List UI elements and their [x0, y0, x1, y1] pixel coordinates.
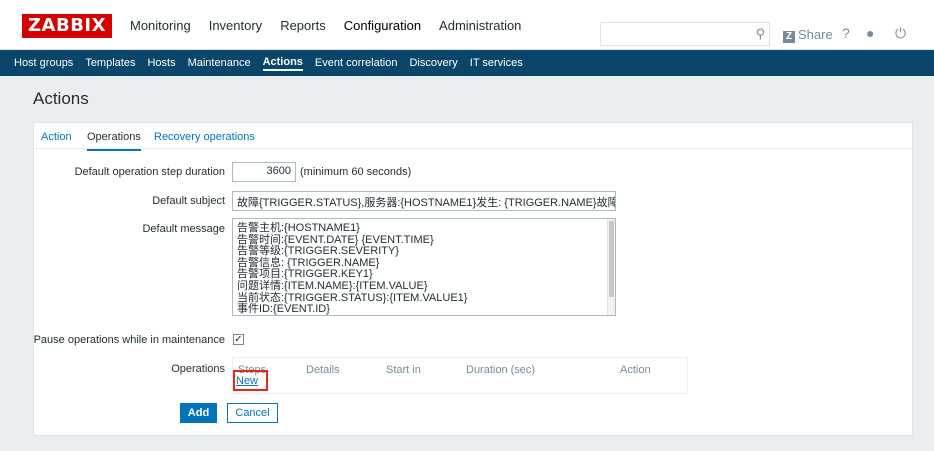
operations-table: Steps Details Start in Duration (sec) Ac… [232, 357, 688, 394]
search-input[interactable]: ⚲ [600, 22, 770, 46]
menu-configuration[interactable]: Configuration [344, 18, 421, 33]
scrollbar-thumb[interactable] [609, 221, 614, 297]
share-button[interactable]: Z Share [783, 27, 833, 43]
share-label: Share [798, 27, 833, 42]
subnav-host-groups[interactable]: Host groups [14, 57, 73, 69]
subnav-discovery[interactable]: Discovery [409, 57, 457, 69]
message-line: 事件ID:{EVENT.ID} [237, 303, 330, 316]
search-icon[interactable]: ⚲ [755, 26, 765, 42]
col-action: Action [620, 364, 651, 376]
textarea-scrollbar[interactable] [607, 219, 615, 315]
subnav-hosts[interactable]: Hosts [147, 57, 175, 69]
step-duration-note: (minimum 60 seconds) [300, 166, 412, 178]
zabbix-logo[interactable]: ZABBIX [22, 14, 112, 38]
tab-operations[interactable]: Operations [87, 131, 141, 151]
subnav-templates[interactable]: Templates [85, 57, 135, 69]
step-duration-label: Default operation step duration [74, 166, 225, 178]
menu-administration[interactable]: Administration [439, 18, 521, 33]
subnav-actions[interactable]: Actions [262, 56, 303, 71]
message-label: Default message [142, 223, 225, 235]
subnav-it-services[interactable]: IT services [470, 57, 523, 69]
top-header: ZABBIX Monitoring Inventory Reports Conf… [0, 0, 934, 50]
add-button[interactable]: Add [180, 403, 217, 423]
tab-action[interactable]: Action [41, 131, 72, 143]
subnav-maintenance[interactable]: Maintenance [188, 57, 251, 69]
subnav-event-correlation[interactable]: Event correlation [315, 57, 398, 69]
tab-recovery-operations[interactable]: Recovery operations [154, 131, 255, 143]
page-title: Actions [33, 89, 89, 108]
operations-label: Operations [171, 363, 225, 375]
form-tabs: Action Operations Recovery operations [34, 123, 912, 151]
cancel-button[interactable]: Cancel [227, 403, 278, 423]
step-duration-input[interactable]: 3600 [232, 162, 296, 182]
message-line: 问题详情:{ITEM.NAME}:{ITEM.VALUE} [237, 279, 428, 292]
menu-inventory[interactable]: Inventory [209, 18, 262, 33]
col-duration: Duration (sec) [466, 364, 536, 376]
message-textarea[interactable]: 告警主机:{HOSTNAME1} 告警时间:{EVENT.DATE} {EVEN… [232, 218, 616, 316]
help-icon[interactable]: ? [842, 25, 850, 41]
new-operation-link[interactable]: New [236, 375, 258, 387]
message-line: 告警主机:{HOSTNAME1} [237, 222, 360, 234]
menu-reports[interactable]: Reports [280, 18, 326, 33]
user-profile-icon[interactable]: ● [866, 25, 874, 41]
sub-navigation: Host groups Templates Hosts Maintenance … [0, 50, 934, 76]
col-start-in: Start in [386, 364, 421, 376]
col-details: Details [306, 364, 340, 376]
logout-icon[interactable]: ⏻ [895, 25, 906, 42]
subject-label: Default subject [152, 195, 225, 207]
menu-monitoring[interactable]: Monitoring [130, 18, 191, 33]
pause-operations-checkbox[interactable]: ✓ [233, 334, 244, 345]
pause-operations-label: Pause operations while in maintenance [33, 334, 225, 346]
zabbix-share-icon: Z [783, 31, 795, 43]
main-menu: Monitoring Inventory Reports Configurati… [130, 0, 539, 50]
subject-input[interactable]: 故障{TRIGGER.STATUS},服务器:{HOSTNAME1}发生: {T… [232, 191, 616, 211]
